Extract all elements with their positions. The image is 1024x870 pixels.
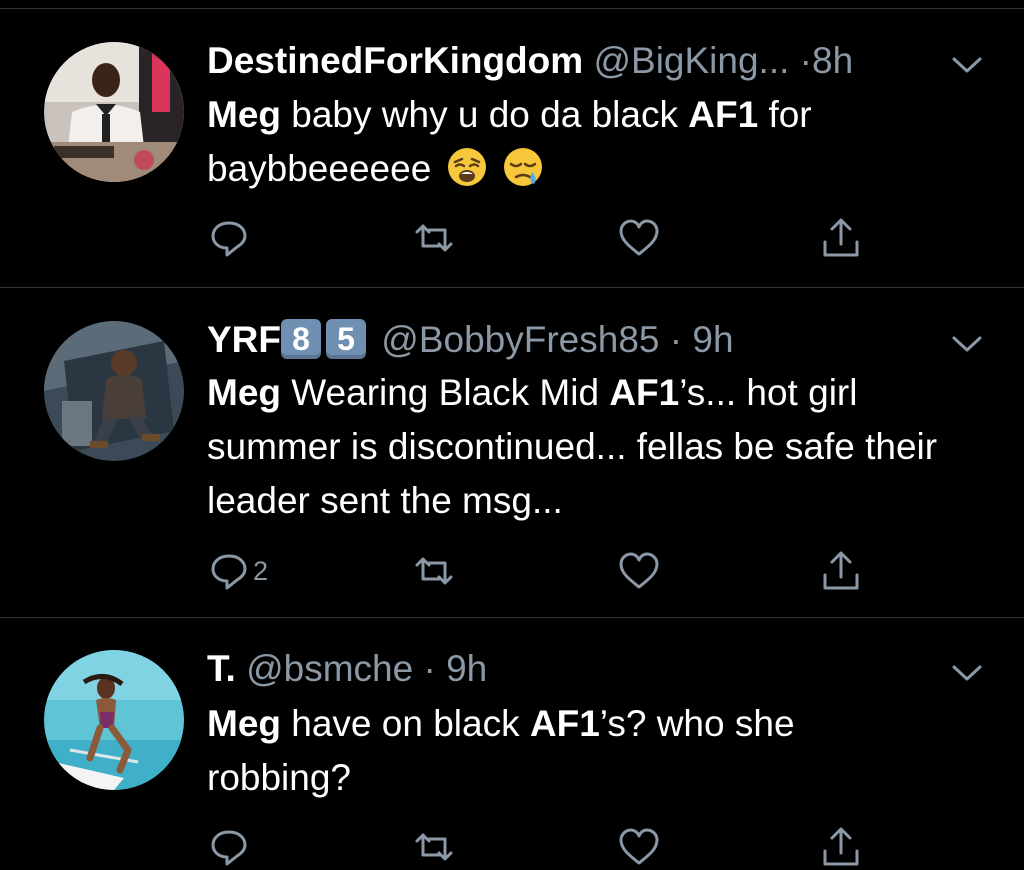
tweet-text: Meg Wearing Black Mid AF1’s... hot girl … [207,366,967,528]
bold-text: Meg [207,703,281,744]
share-button[interactable] [819,215,863,261]
reply-count: 2 [253,555,269,586]
separator-dot: · [799,40,812,81]
weary-face-icon [447,148,486,187]
bold-text: AF1 [688,94,759,135]
tweet-text: Meg have on black AF1’s? who she robbing… [207,697,887,805]
share-icon [823,551,859,590]
timestamp[interactable]: 9h [692,319,733,360]
share-icon [823,827,859,866]
reply-icon [211,830,247,866]
keycap-8-badge: 8 [281,319,321,360]
retweet-button[interactable] [412,548,456,594]
avatar[interactable] [44,321,184,461]
retweet-icon [415,224,453,252]
reply-button[interactable] [207,215,253,261]
bold-text: Meg [207,372,281,413]
tweet-actions [207,215,907,261]
chevron-down-icon[interactable] [948,52,986,78]
user-handle[interactable]: @BigKing... [593,40,789,81]
retweet-button[interactable] [412,215,456,261]
top-divider [0,8,1024,9]
tweet-header: T. @bsmche · 9h [207,647,487,691]
keycap-5-badge: 5 [326,319,366,360]
retweet-icon [415,557,453,585]
like-button[interactable] [617,215,661,261]
sleepy-face-icon [503,148,542,187]
avatar[interactable] [44,650,184,790]
text-span: baby why u do da black [281,94,689,135]
heart-icon [619,219,659,256]
display-name[interactable]: DestinedForKingdom [207,40,583,81]
tweet-divider [0,287,1024,288]
user-handle[interactable]: @bsmche [246,648,413,689]
tweet-actions: 2 [207,548,907,594]
timestamp[interactable]: 9h [446,648,487,689]
chevron-down-icon[interactable] [948,331,986,357]
share-icon [823,218,859,257]
retweet-icon [415,833,453,861]
share-button[interactable] [819,824,863,870]
bold-text: Meg [207,94,281,135]
retweet-button[interactable] [412,824,456,870]
reply-button[interactable]: 2 [207,548,268,594]
heart-icon [619,552,659,589]
display-name[interactable]: YRF [207,319,281,360]
share-button[interactable] [819,548,863,594]
timestamp[interactable]: 8h [812,40,853,81]
tweet-text: Meg baby why u do da black AF1 for baybb… [207,88,997,196]
tweet-divider [0,617,1024,618]
user-handle[interactable]: @BobbyFresh85 [381,319,659,360]
separator-dot: · [423,648,436,689]
text-span: Wearing Black Mid [281,372,610,413]
bold-text: AF1 [529,703,600,744]
reply-icon [211,554,247,590]
separator-dot: · [669,319,683,360]
tweet-header: DestinedForKingdom @BigKing... ·8h [207,39,853,83]
like-button[interactable] [617,824,661,870]
text-span: have on black [281,703,530,744]
avatar[interactable] [44,42,184,182]
tweet-header: YRF 8 5 @BobbyFresh85 · 9h [207,318,734,362]
like-button[interactable] [617,548,661,594]
chevron-down-icon[interactable] [948,660,986,686]
heart-icon [619,828,659,865]
reply-icon [211,221,247,257]
bold-text: AF1 [609,372,680,413]
reply-button[interactable] [207,824,253,870]
tweet-actions [207,824,907,870]
display-name[interactable]: T. [207,648,236,689]
